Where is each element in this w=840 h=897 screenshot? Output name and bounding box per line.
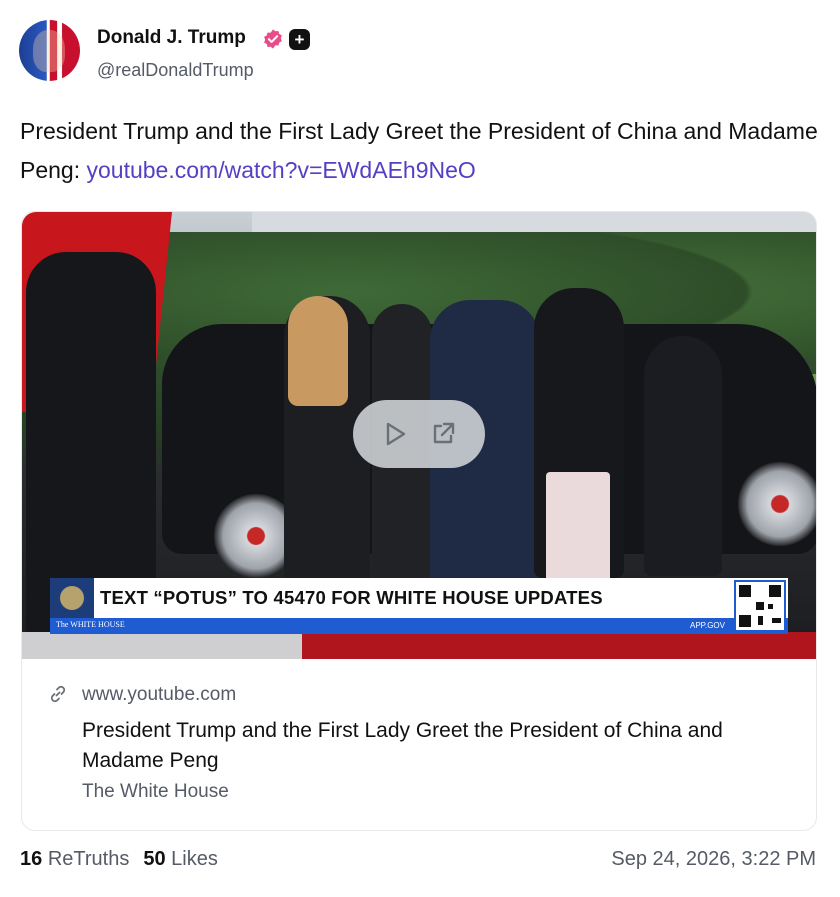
author-handle[interactable]: @realDonaldTrump xyxy=(97,60,254,81)
white-house-banner: TEXT “POTUS” TO 45470 FOR WHITE HOUSE UP… xyxy=(50,578,788,634)
likes-count: 50 xyxy=(143,848,166,870)
likes-stat[interactable]: 50 Likes xyxy=(143,848,218,870)
media-controls-overlay xyxy=(353,400,485,468)
link-domain: www.youtube.com xyxy=(82,684,237,705)
retruths-count: 16 xyxy=(20,848,43,870)
plus-badge-icon: + xyxy=(289,29,310,50)
link-card-title[interactable]: President Trump and the First Lady Greet… xyxy=(82,716,802,776)
link-preview-card[interactable]: TEXT “POTUS” TO 45470 FOR WHITE HOUSE UP… xyxy=(21,211,817,831)
banner-stripe-right: APP.GOV xyxy=(690,621,725,630)
post-link[interactable]: youtube.com/watch?v=EWdAEh9NeO xyxy=(87,157,476,183)
play-icon[interactable] xyxy=(383,420,409,448)
thumbnail-pavement xyxy=(22,632,302,659)
verified-badge-icon xyxy=(264,29,282,49)
post-text: President Trump and the First Lady Greet… xyxy=(20,112,820,190)
avatar-face xyxy=(33,30,65,72)
link-icon xyxy=(50,685,66,703)
post-timestamp[interactable]: Sep 24, 2026, 3:22 PM xyxy=(611,848,816,871)
link-card-author: The White House xyxy=(82,781,229,802)
video-thumbnail[interactable]: TEXT “POTUS” TO 45470 FOR WHITE HOUSE UP… xyxy=(22,212,816,659)
retruths-label: ReTruths xyxy=(47,848,130,870)
post-stats: 16 ReTruths 50 Likes xyxy=(20,848,218,871)
likes-label: Likes xyxy=(171,848,218,870)
thumbnail-aide xyxy=(644,336,722,576)
thumbnail-marine-trousers xyxy=(546,472,610,582)
banner-text: TEXT “POTUS” TO 45470 FOR WHITE HOUSE UP… xyxy=(100,587,603,608)
external-link-icon[interactable] xyxy=(429,420,457,448)
white-house-seal-icon xyxy=(50,578,94,618)
thumbnail-red-carpet xyxy=(302,632,816,659)
author-avatar[interactable] xyxy=(19,20,80,81)
author-display-name[interactable]: Donald J. Trump xyxy=(97,27,246,49)
banner-stripe-left: The WHITE HOUSE xyxy=(56,620,125,629)
retruths-stat[interactable]: 16 ReTruths xyxy=(20,848,129,870)
qr-code-icon xyxy=(734,580,786,632)
thumbnail-hair xyxy=(288,296,348,406)
thumbnail-wheel-rear xyxy=(738,462,816,546)
banner-stripe xyxy=(50,618,788,634)
